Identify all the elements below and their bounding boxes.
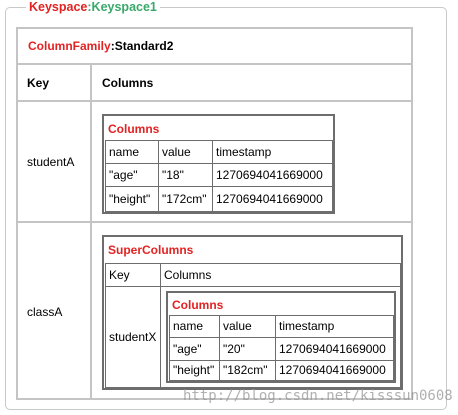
key-header: Key (27, 76, 50, 90)
row-columns-cell: Columns name value timestamp "age" "18" … (90, 100, 413, 223)
row-key-cell: studentA (16, 100, 92, 223)
cell-value: "20" (219, 337, 276, 361)
table-header-name: name (169, 315, 220, 338)
super-header-key: Key (105, 263, 161, 287)
cell-value: "18" (158, 163, 213, 187)
super-entry-columns: Columns name value timestamp "age" "20" … (160, 286, 401, 388)
super-header-columns: Columns (160, 263, 401, 287)
cell-timestamp: 1270694041669000 (275, 337, 394, 361)
row-key-studentA: studentA (27, 155, 75, 169)
cell-value: "172cm" (158, 186, 213, 212)
super-columns-title: SuperColumns (108, 243, 194, 257)
row-key-cell: classA (16, 221, 92, 400)
table-header-name: name (105, 140, 159, 164)
column-family-label: ColumnFamily (28, 39, 111, 53)
key-header-cell: Key (16, 63, 92, 102)
table-header-timestamp: timestamp (212, 140, 333, 164)
keyspace-label: Keyspace (29, 0, 88, 14)
columns-header-cell: Columns (90, 63, 413, 102)
cell-name: "height" (169, 360, 220, 381)
cell-timestamp: 1270694041669000 (212, 186, 333, 212)
column-family-name: Standard2 (114, 39, 174, 53)
keyspace-legend: Keyspace:Keyspace1 (26, 0, 160, 14)
cell-timestamp: 1270694041669000 (212, 163, 333, 187)
table-header-value: value (219, 315, 276, 338)
super-columns-table: SuperColumns Key Columns studentX Column… (102, 235, 403, 390)
table-header-value: value (158, 140, 213, 164)
keyspace-name: Keyspace1 (91, 0, 157, 14)
watermark-text: http://blog.csdn.net/kisssun0608 (183, 388, 453, 404)
cell-name: "age" (169, 337, 220, 361)
cell-name: "age" (105, 163, 159, 187)
nested-columns-table: Columns name value timestamp "age" "20" … (166, 291, 396, 383)
cell-name: "height" (105, 186, 159, 212)
row-key-classA: classA (27, 305, 63, 319)
column-family-header: ColumnFamily:Standard2 (16, 27, 413, 65)
columns-header: Columns (102, 76, 154, 90)
columns-table: Columns name value timestamp "age" "18" … (102, 114, 335, 214)
super-entry-key: studentX (105, 286, 161, 388)
cell-timestamp: 1270694041669000 (275, 360, 394, 381)
table-header-timestamp: timestamp (275, 315, 394, 338)
cell-value: "182cm" (219, 360, 276, 381)
row-columns-cell: SuperColumns Key Columns studentX Column… (90, 221, 413, 400)
nested-columns-title: Columns (172, 298, 224, 312)
columns-table-title: Columns (108, 122, 160, 136)
